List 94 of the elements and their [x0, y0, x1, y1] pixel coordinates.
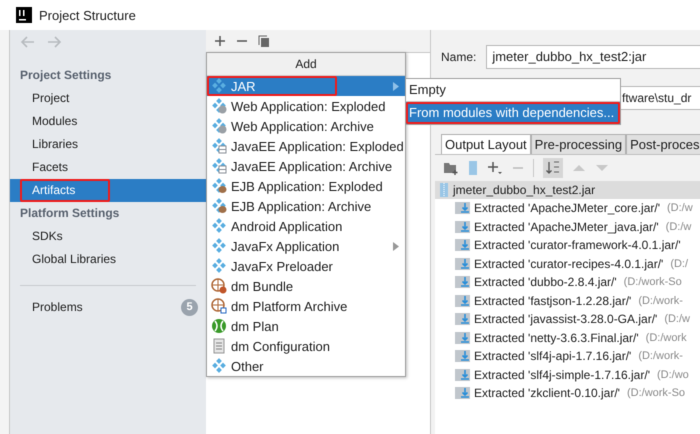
folder-plus-icon[interactable]	[443, 160, 459, 176]
extract-icon	[455, 201, 471, 216]
path-hint: (D:/work-	[638, 350, 683, 362]
tree-item[interactable]: Extracted 'netty-3.6.3.Final.jar/'	[474, 330, 639, 345]
table-badge-icon	[211, 158, 227, 174]
menu-item[interactable]: JavaFx Preloader	[207, 256, 405, 276]
extract-icon	[455, 294, 471, 308]
name-label: Name:	[441, 50, 476, 64]
menu-item[interactable]: dm Platform Archive	[207, 296, 405, 316]
extract-icon	[455, 349, 471, 364]
extract-icon	[455, 386, 471, 400]
menu-item[interactable]: JavaEE Application: Archive	[207, 156, 405, 176]
document-icon	[211, 338, 227, 354]
path-hint: (D:/w	[666, 220, 692, 233]
extract-icon	[455, 368, 471, 382]
menu-item[interactable]: Web Application: Exploded	[207, 96, 405, 116]
menu-item[interactable]: Android Application	[207, 216, 405, 236]
diamond-cluster-icon	[211, 78, 227, 94]
sidebar-item[interactable]: Libraries	[10, 133, 206, 156]
app-logo-icon	[16, 7, 32, 23]
sort-toggle[interactable]	[543, 158, 563, 178]
archive-icon	[439, 183, 449, 197]
section-heading: Platform Settings	[19, 205, 120, 222]
tab[interactable]: Post-proces	[626, 134, 700, 154]
tree-item[interactable]: Extracted 'curator-recipes-4.0.1.jar/'	[474, 256, 664, 271]
section-heading: Project Settings	[19, 67, 112, 84]
tab[interactable]: Pre-processing	[530, 134, 626, 154]
tree-item[interactable]: Extracted 'ApacheJMeter_java.jar/'	[474, 220, 659, 234]
menu-item[interactable]: JavaEE Application: Exploded	[207, 136, 405, 156]
sidebar-item[interactable]: Artifacts	[10, 179, 206, 202]
sidebar-item[interactable]: Global Libraries	[10, 248, 206, 271]
table-badge-icon	[211, 138, 227, 154]
up-arrow-icon	[572, 163, 586, 173]
path-hint: (D:/wo	[656, 368, 689, 381]
output-directory-field[interactable]: ftware\stu_dr	[620, 86, 700, 110]
menu-item[interactable]: JAR	[207, 76, 405, 96]
tree-item[interactable]: Extracted 'fastjson-1.2.28.jar/'	[474, 294, 632, 308]
diamond-cluster-icon	[211, 238, 227, 254]
tree-root[interactable]: jmeter_dubbo_hx_test2.jar	[435, 181, 700, 199]
menu-item[interactable]: dm Bundle	[207, 276, 405, 296]
extract-icon	[455, 275, 471, 290]
sidebar-item[interactable]: Facets	[10, 156, 206, 179]
menu-item[interactable]: EJB Application: Exploded	[207, 176, 405, 196]
diamond-cluster-icon	[211, 258, 227, 274]
sidebar-item[interactable]: Project	[10, 87, 206, 110]
sphere-icon	[211, 318, 227, 334]
path-hint: (D:/w	[664, 313, 690, 326]
menu-title: Add	[207, 53, 405, 76]
extract-icon	[455, 312, 471, 326]
path-hint: (D:/	[670, 258, 688, 270]
tree-item[interactable]: Extracted 'curator-framework-4.0.1.jar/'	[474, 238, 681, 252]
tree-item: jmeter_dubbo_hx_test2.jar	[453, 183, 596, 197]
copy-icon[interactable]	[258, 34, 270, 48]
window-title: Project Structure	[39, 8, 136, 22]
path-hint: (D:/work-So	[626, 387, 686, 400]
tree-item[interactable]: Extracted 'ApacheJMeter_core.jar/'	[474, 201, 660, 216]
diamond-cluster-icon	[211, 218, 227, 234]
sidebar-item[interactable]: Modules	[10, 110, 206, 133]
tree-item[interactable]: Extracted 'slf4j-api-1.7.16.jar/'	[474, 349, 632, 364]
tree-item[interactable]: Extracted 'zkclient-0.10.jar/'	[474, 386, 620, 400]
menu-item[interactable]: Other	[207, 356, 405, 376]
bean-badge-icon	[211, 178, 227, 194]
path-hint: (D:/work-So	[624, 276, 682, 288]
extract-icon	[455, 256, 471, 271]
sidebar-item[interactable]: SDKs	[10, 225, 206, 248]
menu-item[interactable]: Web Application: Archive	[207, 116, 405, 136]
extract-icon	[455, 238, 471, 252]
sidebar-item[interactable]: Problems	[32, 300, 83, 314]
tab[interactable]: Output Layout	[441, 134, 531, 154]
globe-badge-icon	[211, 98, 227, 114]
plus-icon[interactable]	[214, 35, 226, 47]
path-hint: (D:/work-	[638, 294, 683, 307]
extract-icon	[455, 330, 471, 345]
menu-item[interactable]: From modules with dependencies...	[406, 101, 620, 124]
count-badge: 5	[181, 298, 198, 316]
diamond-cluster-icon	[211, 358, 227, 374]
extract-icon	[455, 220, 471, 234]
path-hint: (D:/work	[646, 332, 687, 344]
menu-item[interactable]: dm Configuration	[207, 336, 405, 356]
path-hint: (D:/w	[667, 202, 693, 214]
tree-item[interactable]: Extracted 'javassist-3.28.0-GA.jar/'	[474, 312, 658, 326]
globe-badge-icon	[211, 118, 227, 134]
plus-dropdown-icon[interactable]	[487, 160, 503, 176]
tree-item[interactable]: Extracted 'dubbo-2.8.4.jar/'	[474, 275, 617, 290]
globe-icon	[211, 298, 227, 314]
menu-item[interactable]: dm Plan	[207, 316, 405, 336]
globe-icon	[211, 278, 227, 294]
menu-item[interactable]: JavaFx Application	[207, 236, 405, 256]
down-arrow-icon	[595, 163, 609, 173]
bean-badge-icon	[211, 198, 227, 214]
menu-item[interactable]: EJB Application: Archive	[207, 196, 405, 216]
sort-icon	[545, 160, 561, 176]
tree-item[interactable]: Extracted 'slf4j-simple-1.7.16.jar/'	[474, 368, 650, 382]
name-field[interactable]: jmeter_dubbo_hx_test2:jar	[486, 45, 700, 69]
